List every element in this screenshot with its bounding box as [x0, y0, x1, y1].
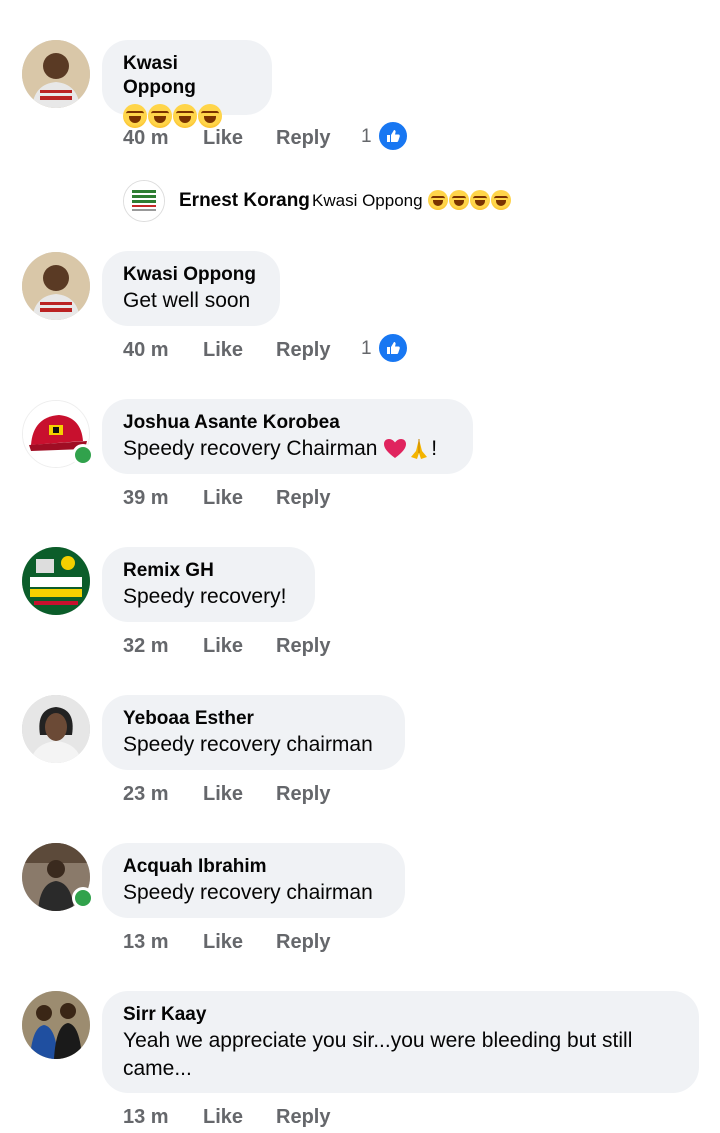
comment-time[interactable]: 40 m — [123, 339, 169, 362]
reply-button[interactable]: Reply — [276, 635, 330, 658]
comment-text: Speedy recovery chairman — [123, 733, 373, 756]
avatar[interactable] — [22, 252, 90, 320]
praying-hands-emoji — [407, 437, 431, 461]
like-button[interactable]: Like — [203, 931, 243, 954]
rofl-emoji — [173, 104, 197, 129]
reply-preview[interactable]: Ernest Korang Kwasi Oppong — [123, 180, 543, 222]
reply-button[interactable]: Reply — [276, 783, 330, 806]
laughing-crying-emoji — [123, 104, 147, 129]
rofl-emoji — [449, 190, 469, 210]
laughing-crying-emoji — [148, 104, 172, 129]
comment-author[interactable]: Acquah Ibrahim — [123, 855, 384, 879]
online-status-dot — [72, 444, 94, 466]
comment-text: Speedy recovery! — [123, 585, 287, 608]
avatar[interactable] — [22, 40, 90, 108]
reply-button[interactable]: Reply — [276, 487, 330, 510]
comment-bubble: Yeboaa Esther Speedy recovery chairman — [102, 695, 405, 770]
comment-bubble: Kwasi Oppong Get well soon — [102, 251, 280, 326]
avatar[interactable] — [22, 695, 90, 763]
rofl-emoji — [428, 190, 448, 210]
online-status-dot — [72, 887, 94, 909]
comment-text: Speedy recovery chairman — [123, 881, 373, 904]
comment-text: Get well soon — [123, 289, 251, 312]
like-button[interactable]: Like — [203, 487, 243, 510]
comment-author[interactable]: Remix GH — [123, 559, 294, 583]
rofl-emoji — [491, 190, 511, 210]
like-reaction-icon[interactable] — [377, 332, 409, 364]
rofl-emoji — [198, 104, 222, 129]
comment-author[interactable]: Joshua Asante Korobea — [123, 411, 452, 435]
like-button[interactable]: Like — [203, 783, 243, 806]
comment-text: Yeah we appreciate you sir...you were bl… — [123, 1029, 633, 1080]
heart-emoji — [383, 438, 407, 460]
like-button[interactable]: Like — [203, 1106, 243, 1129]
comment-author[interactable]: Sirr Kaay — [123, 1003, 678, 1027]
reply-mention[interactable]: Kwasi Oppong — [312, 191, 423, 211]
like-count[interactable]: 1 — [361, 338, 372, 360]
comment-bubble: Joshua Asante Korobea Speedy recovery Ch… — [102, 399, 473, 474]
reply-button[interactable]: Reply — [276, 1106, 330, 1129]
like-button[interactable]: Like — [203, 339, 243, 362]
comment-time[interactable]: 40 m — [123, 127, 169, 150]
comment-author[interactable]: Yeboaa Esther — [123, 707, 384, 731]
comment-bubble: Acquah Ibrahim Speedy recovery chairman — [102, 843, 405, 918]
like-button[interactable]: Like — [203, 127, 243, 150]
reply-button[interactable]: Reply — [276, 127, 330, 150]
comment-author[interactable]: Kwasi Oppong — [123, 52, 251, 100]
comment-time[interactable]: 13 m — [123, 1106, 169, 1129]
reply-emojis — [428, 190, 512, 210]
comment-text-suffix: ! — [431, 437, 438, 460]
avatar[interactable] — [22, 547, 90, 615]
like-reaction-icon[interactable] — [377, 120, 409, 152]
comment-time[interactable]: 39 m — [123, 487, 169, 510]
comment-bubble: Sirr Kaay Yeah we appreciate you sir...y… — [102, 991, 699, 1093]
comment-bubble: Kwasi Oppong — [102, 40, 272, 129]
comment-text: Speedy recovery Chairman — [123, 437, 378, 460]
comment-time[interactable]: 32 m — [123, 635, 169, 658]
rofl-emoji — [470, 190, 490, 210]
comment-text-row: Speedy recovery Chairman ! — [123, 435, 452, 463]
avatar[interactable] — [123, 180, 165, 222]
comment-emojis — [123, 102, 251, 130]
like-count[interactable]: 1 — [361, 126, 372, 148]
comment-time[interactable]: 13 m — [123, 931, 169, 954]
reply-author[interactable]: Ernest Korang — [179, 190, 310, 212]
reply-button[interactable]: Reply — [276, 931, 330, 954]
like-button[interactable]: Like — [203, 635, 243, 658]
comment-time[interactable]: 23 m — [123, 783, 169, 806]
reply-button[interactable]: Reply — [276, 339, 330, 362]
comment-author[interactable]: Kwasi Oppong — [123, 263, 259, 287]
avatar[interactable] — [22, 991, 90, 1059]
comment-bubble: Remix GH Speedy recovery! — [102, 547, 315, 622]
